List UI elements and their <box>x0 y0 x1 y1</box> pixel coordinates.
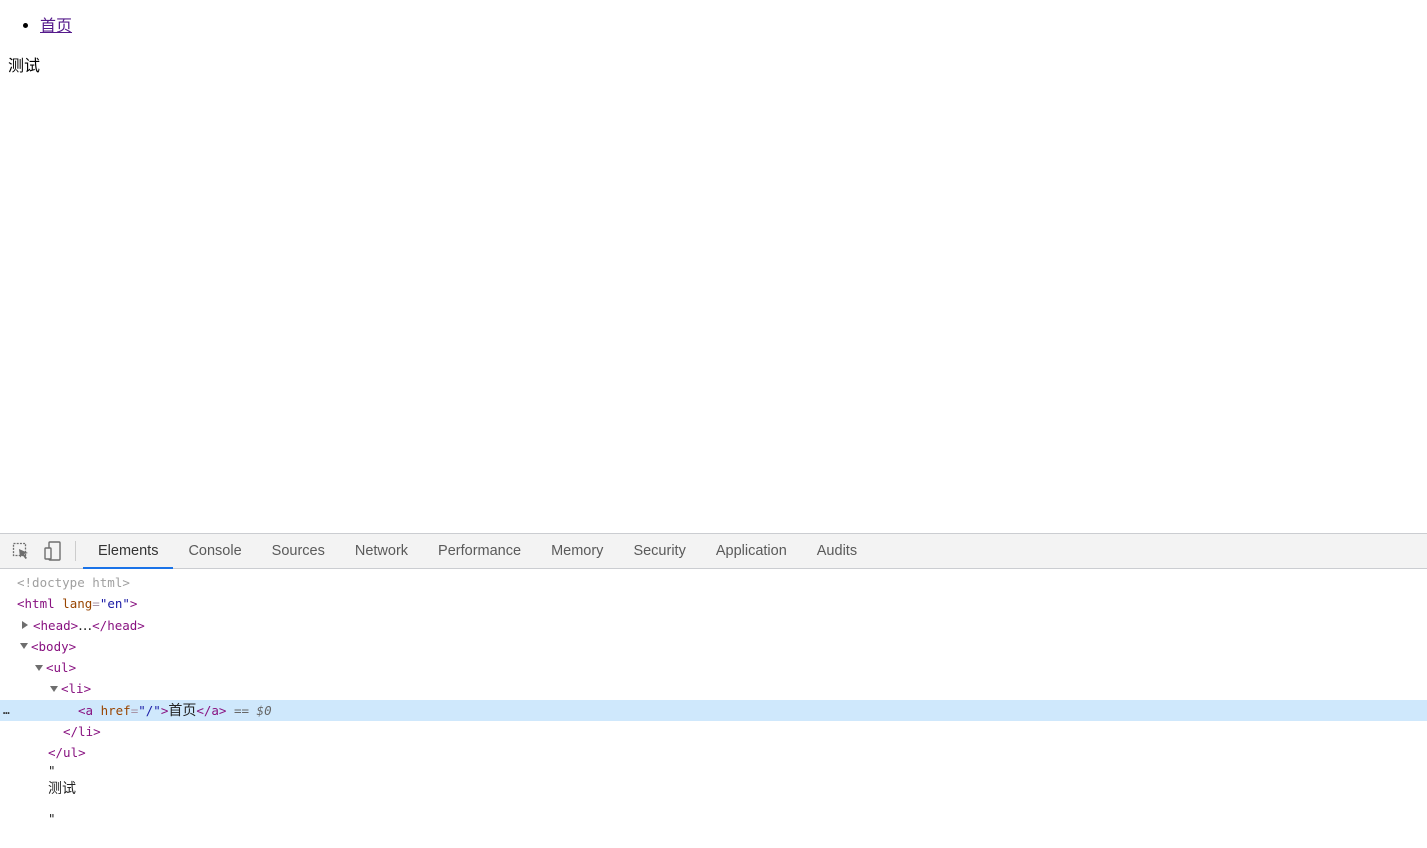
dom-tree: <!doctype html> <html lang="en"> <head>…… <box>0 569 1427 827</box>
li-tag-close: </li> <box>63 724 101 740</box>
tab-memory[interactable]: Memory <box>536 534 618 568</box>
html-attr-name: lang <box>62 596 93 612</box>
tab-security[interactable]: Security <box>618 534 700 568</box>
tab-elements[interactable]: Elements <box>83 534 174 569</box>
devtools-panel: Elements Console Sources Network Perform… <box>0 533 1427 848</box>
dom-row-ul[interactable]: <ul> <box>0 657 1427 678</box>
ul-tag-close: </ul> <box>48 745 86 761</box>
html-attr-value: "en" <box>99 596 130 612</box>
expand-triangle-icon[interactable] <box>22 621 28 630</box>
doctype-node: <!doctype html> <box>17 575 130 590</box>
dom-row-text[interactable]: 测试 <box>0 778 1427 799</box>
dom-row-ul-close[interactable]: </ul> <box>0 742 1427 763</box>
tab-audits[interactable]: Audits <box>802 534 872 568</box>
tab-network[interactable]: Network <box>340 534 423 568</box>
dom-row-li[interactable]: <li> <box>0 678 1427 699</box>
tab-sources[interactable]: Sources <box>257 534 340 568</box>
a-attr-value[interactable]: "/" <box>138 703 161 718</box>
nav-list: 首页 <box>0 14 72 38</box>
a-text: 首页 <box>168 702 197 719</box>
a-tag-open: <a <box>78 702 94 718</box>
html-tag-open-end: > <box>129 596 138 612</box>
text-quote-open: " <box>48 762 56 778</box>
ul-tag-open: <ul> <box>46 660 77 676</box>
dom-row-doctype[interactable]: <!doctype html> <box>0 572 1427 593</box>
head-ellipsis: … <box>78 617 93 634</box>
a-tag-close: </a> <box>196 702 227 718</box>
tab-application[interactable]: Application <box>701 534 802 568</box>
html-attr-eq: = <box>92 596 100 612</box>
selected-node-marker: == $0 <box>233 702 272 718</box>
collapse-triangle-icon[interactable] <box>35 664 43 671</box>
html-tag-open: <html <box>17 596 55 612</box>
head-tag-close: </head> <box>92 617 145 633</box>
li-tag-open: <li> <box>61 681 92 697</box>
devtools-toolbar: Elements Console Sources Network Perform… <box>0 534 1427 569</box>
collapse-triangle-icon[interactable] <box>20 643 28 650</box>
body-tag-open: <body> <box>31 638 77 654</box>
text-quote-close: " <box>48 810 56 826</box>
toolbar-divider <box>75 541 76 561</box>
dom-row-text-close[interactable]: " <box>0 799 1427 827</box>
tab-console[interactable]: Console <box>173 534 256 568</box>
dom-row-text-open[interactable]: " <box>0 762 1427 778</box>
dom-row-li-close[interactable]: </li> <box>0 721 1427 742</box>
browser-viewport: 首页 测试 <box>0 0 1427 533</box>
row-menu-icon[interactable]: … <box>3 700 10 721</box>
a-attr-name: href <box>100 702 131 718</box>
collapse-triangle-icon[interactable] <box>50 685 58 692</box>
body-text: 测试 <box>8 56 41 75</box>
home-link[interactable]: 首页 <box>40 16 72 35</box>
dom-row-a-selected[interactable]: … <a href="/">首页</a> == $0 <box>0 699 1427 722</box>
dom-row-head[interactable]: <head>…</head> <box>0 615 1427 636</box>
nav-list-item: 首页 <box>40 14 72 38</box>
device-toolbar-icon[interactable] <box>37 534 69 568</box>
tab-performance[interactable]: Performance <box>423 534 536 568</box>
dom-row-html[interactable]: <html lang="en"> <box>0 593 1427 614</box>
text-node-content: 测试 <box>48 780 76 797</box>
inspect-element-icon[interactable] <box>5 534 37 568</box>
dom-row-body[interactable]: <body> <box>0 636 1427 657</box>
head-tag-open: <head> <box>33 617 79 633</box>
